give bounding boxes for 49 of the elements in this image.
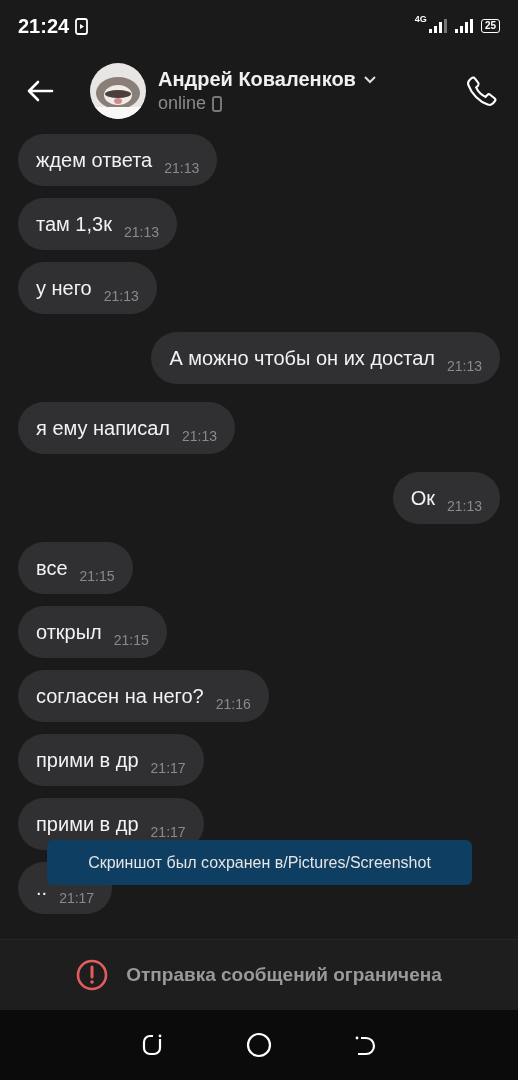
chevron-down-icon[interactable] <box>363 75 376 84</box>
message-time: 21:13 <box>182 428 218 444</box>
message-bubble[interactable]: там 1,3к 21:13 <box>18 198 177 250</box>
status-time: 21:24 <box>18 14 70 38</box>
battery-level: 25 <box>480 19 500 33</box>
message-bubble[interactable]: согласен на него? 21:16 <box>18 670 269 722</box>
message-time: 21:17 <box>150 760 186 776</box>
message-time: 21:17 <box>150 824 186 840</box>
message-time: 21:16 <box>215 696 251 712</box>
message-bubble[interactable]: все 21:15 <box>18 542 133 594</box>
message-bubble[interactable]: ждем ответа 21:13 <box>18 134 218 186</box>
message-text: прими в др <box>36 748 139 772</box>
message-time: 21:13 <box>123 224 159 240</box>
message-bubble[interactable]: А можно чтобы он их достал 21:13 <box>151 332 500 384</box>
home-icon[interactable] <box>246 1032 272 1058</box>
message-time: 21:15 <box>113 632 149 648</box>
online-status: online <box>158 93 207 114</box>
message-text: ждем ответа <box>36 148 153 172</box>
signal-icon <box>454 19 473 33</box>
warning-icon <box>76 959 109 991</box>
message-bubble[interactable]: открыл 21:15 <box>18 606 167 658</box>
message-time: 21:17 <box>59 890 95 906</box>
message-time: 21:13 <box>103 288 139 304</box>
message-bubble[interactable]: я ему написал 21:13 <box>18 402 236 454</box>
restriction-notice: Отправка сообщений ограничена <box>126 964 442 986</box>
message-text: у него <box>36 276 92 300</box>
message-bubble[interactable]: у него 21:13 <box>18 262 157 314</box>
phone-device-icon <box>212 95 223 112</box>
call-button[interactable] <box>464 73 500 109</box>
message-text: А можно чтобы он их достал <box>169 346 435 370</box>
toast-notification: Скриншот был сохранен в/Pictures/Screenshot <box>47 840 472 885</box>
message-time: 21:13 <box>446 498 482 514</box>
message-text: все <box>36 556 68 580</box>
contact-name[interactable]: Андрей Коваленков <box>158 68 356 91</box>
signal-icon <box>428 19 447 33</box>
screen-record-icon <box>75 17 89 35</box>
message-bubble[interactable]: прими в др 21:17 <box>18 734 204 786</box>
message-text: .. <box>36 876 48 900</box>
message-text: там 1,3к <box>36 212 112 236</box>
message-time: 21:15 <box>79 568 115 584</box>
message-text: открыл <box>36 620 102 644</box>
message-bubble[interactable]: Ок 21:13 <box>392 472 500 524</box>
network-type: 4G <box>414 14 427 24</box>
message-time: 21:13 <box>164 160 200 176</box>
message-text: я ему написал <box>36 416 170 440</box>
message-text: Ок <box>410 486 435 510</box>
message-text: согласен на него? <box>36 684 204 708</box>
message-text: прими в др <box>36 812 139 836</box>
message-time: 21:13 <box>446 358 482 374</box>
